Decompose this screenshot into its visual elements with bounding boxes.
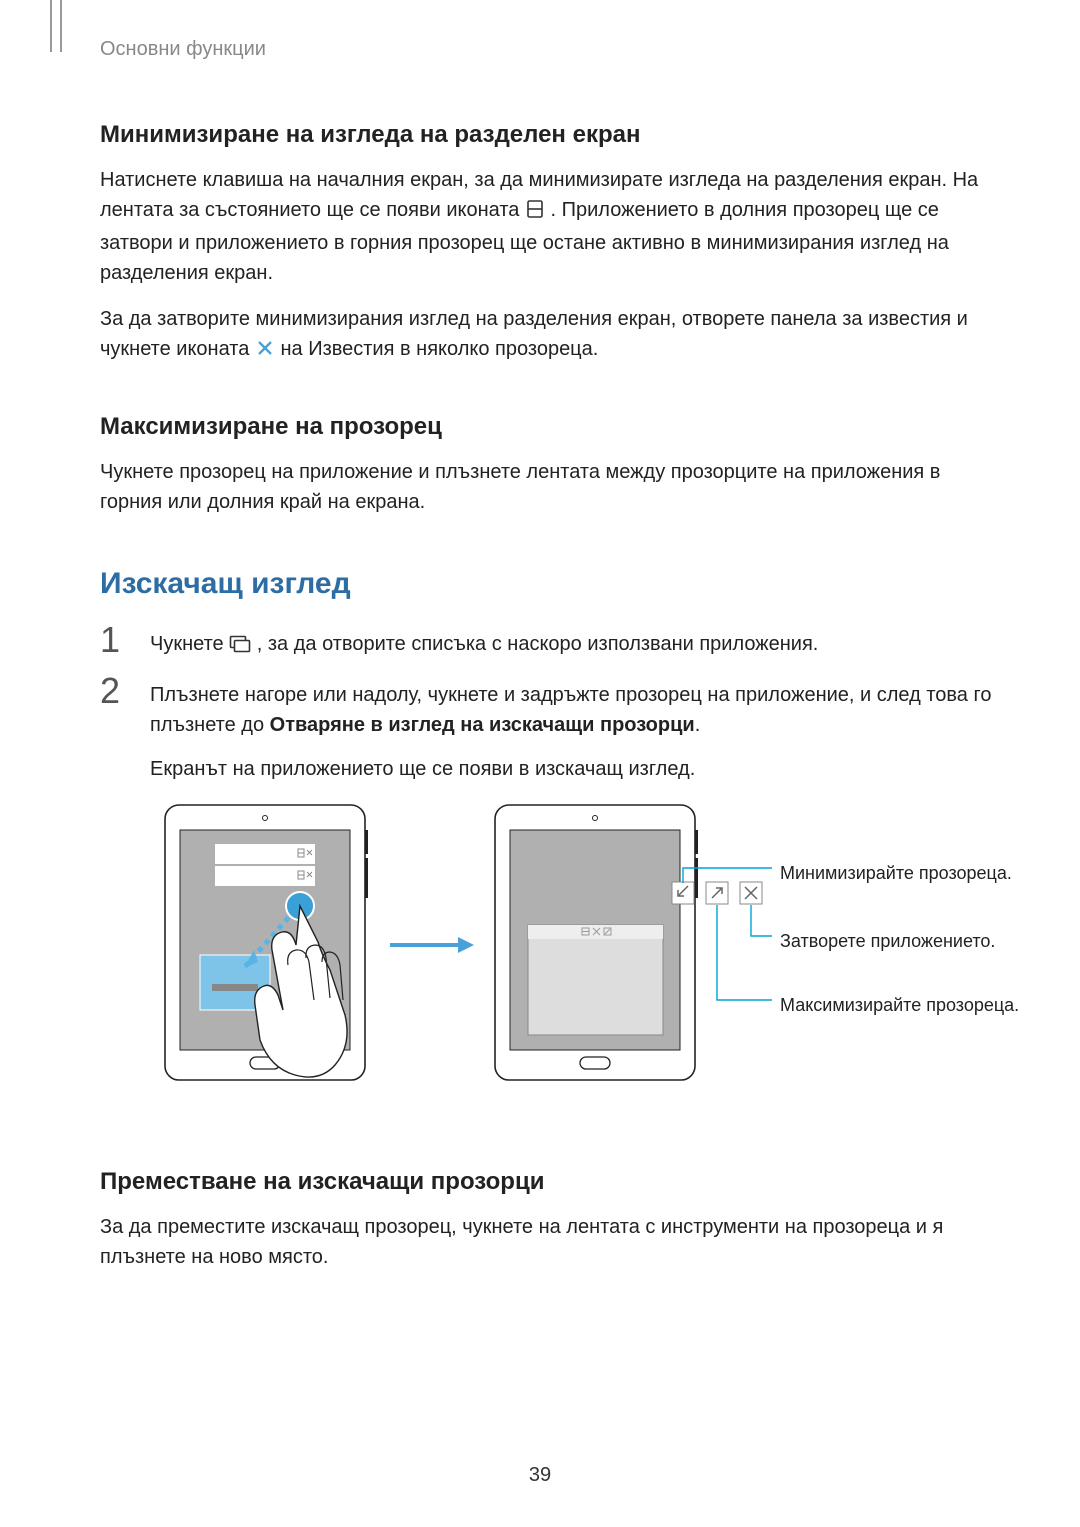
text: на Известия в няколко прозореца. — [280, 338, 598, 360]
paragraph: Екранът на приложението ще се появи в из… — [150, 754, 1030, 784]
recents-icon — [229, 632, 251, 662]
heading-maximize-window: Максимизиране на прозорец — [100, 413, 980, 441]
figure-popup-view: Минимизирайте прозореца. Затворете прило… — [160, 800, 1030, 1120]
tab-decoration — [50, 0, 62, 52]
callout-maximize: Максимизирайте прозореца. — [780, 990, 1019, 1020]
paragraph: Чукнете прозорец на приложение и плъзнет… — [100, 457, 980, 517]
step-number: 2 — [100, 676, 150, 706]
text: Чукнете — [150, 633, 229, 655]
paragraph: За да преместите изскачащ прозорец, чукн… — [100, 1212, 980, 1272]
paragraph: За да затворите минимизирания изглед на … — [100, 304, 980, 367]
split-screen-icon — [525, 198, 545, 228]
callout-close: Затворете приложението. — [780, 926, 995, 956]
text: . — [695, 714, 701, 736]
step-number: 1 — [100, 625, 150, 655]
callout-minimize: Минимизирайте прозореца. — [780, 858, 1012, 888]
page-number: 39 — [0, 1464, 1080, 1487]
bold-text: Отваряне в изглед на изскачащи прозорци — [270, 714, 695, 736]
page: Основни функции Минимизиране на изгледа … — [0, 0, 1080, 1527]
close-x-icon — [255, 337, 275, 367]
step-body: Плъзнете нагоре или надолу, чукнете и за… — [150, 680, 1030, 1120]
heading-minimize-split: Минимизиране на изгледа на разделен екра… — [100, 121, 980, 149]
step-1: 1 Чукнете , за да отворите списъка с нас… — [100, 629, 980, 662]
illustration — [160, 800, 1030, 1120]
paragraph: Натиснете клавиша на началния екран, за … — [100, 165, 980, 288]
step-2: 2 Плъзнете нагоре или надолу, чукнете и … — [100, 680, 980, 1120]
heading-move-popup: Преместване на изскачащи прозорци — [100, 1168, 980, 1196]
text: , за да отворите списъка с наскоро изпол… — [257, 633, 819, 655]
section-header: Основни функции — [100, 38, 980, 61]
heading-popup-view: Изскачащ изглед — [100, 567, 980, 601]
step-body: Чукнете , за да отворите списъка с наско… — [150, 629, 980, 662]
